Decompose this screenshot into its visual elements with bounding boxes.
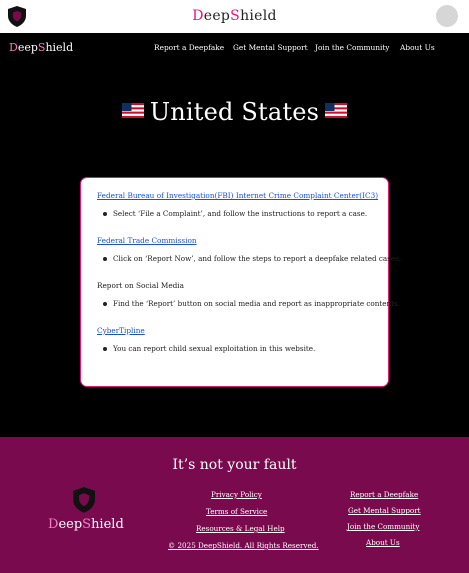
resource-instruction: Select ‘File a Complaint’, and follow th… bbox=[103, 209, 378, 218]
footer: It’s not your fault DeepShield Privacy P… bbox=[0, 437, 469, 573]
main-nav: DeepShield Report a Deepfake Get Mental … bbox=[0, 33, 469, 61]
nav-brand[interactable]: DeepShield bbox=[9, 41, 73, 54]
footer-shield-logo-icon bbox=[73, 487, 95, 513]
footer-terms-of-service[interactable]: Terms of Service bbox=[206, 507, 267, 516]
resource-entry: Federal Trade Commission Click on ‘Repor… bbox=[97, 236, 401, 263]
resource-instruction: Find the ‘Report’ button on social media… bbox=[103, 299, 400, 308]
nav-mental-support[interactable]: Get Mental Support bbox=[233, 43, 308, 52]
resource-link-fbi-ic3[interactable]: Federal Bureau of Investigation(FBI) Int… bbox=[97, 191, 378, 200]
bullet bbox=[103, 301, 107, 306]
nav-about-us[interactable]: About Us bbox=[400, 43, 435, 52]
us-flag-icon bbox=[121, 103, 144, 118]
resource-instruction: You can report child sexual exploitation… bbox=[103, 344, 315, 353]
resource-entry: Federal Bureau of Investigation(FBI) Int… bbox=[97, 191, 378, 218]
top-brand-name: DeepShield bbox=[192, 8, 277, 24]
bullet bbox=[103, 211, 107, 216]
nav-join-community[interactable]: Join the Community bbox=[315, 43, 390, 52]
footer-tagline: It’s not your fault bbox=[172, 457, 297, 473]
resource-heading-social-media: Report on Social Media bbox=[97, 281, 184, 290]
footer-privacy-policy[interactable]: Privacy Policy bbox=[211, 490, 262, 499]
footer-join-community[interactable]: Join the Community bbox=[347, 522, 419, 531]
bullet bbox=[103, 256, 107, 261]
user-avatar[interactable] bbox=[436, 5, 458, 27]
resource-instruction: Click on ‘Report Now’, and follow the st… bbox=[103, 254, 401, 263]
footer-report-deepfake[interactable]: Report a Deepfake bbox=[350, 490, 418, 499]
resource-entry: Report on Social Media Find the ‘Report’… bbox=[97, 281, 400, 308]
top-bar: DeepShield bbox=[0, 0, 469, 33]
resource-link-ftc[interactable]: Federal Trade Commission bbox=[97, 236, 401, 245]
nav-report-deepfake[interactable]: Report a Deepfake bbox=[154, 43, 224, 52]
resource-entry: CyberTipline You can report child sexual… bbox=[97, 326, 315, 353]
bullet bbox=[103, 346, 107, 351]
footer-brand: DeepShield bbox=[48, 517, 124, 532]
resources-card: Federal Bureau of Investigation(FBI) Int… bbox=[80, 177, 401, 387]
footer-resources-legal-help[interactable]: Resources & Legal Help bbox=[196, 524, 285, 533]
footer-mental-support[interactable]: Get Mental Support bbox=[348, 506, 421, 515]
footer-copyright: © 2025 DeepShield. All Rights Reserved. bbox=[168, 541, 319, 550]
footer-about-us[interactable]: About Us bbox=[366, 538, 400, 547]
page-title: United States bbox=[0, 98, 469, 126]
resource-link-cybertipline[interactable]: CyberTipline bbox=[97, 326, 315, 335]
us-flag-icon bbox=[325, 103, 348, 118]
